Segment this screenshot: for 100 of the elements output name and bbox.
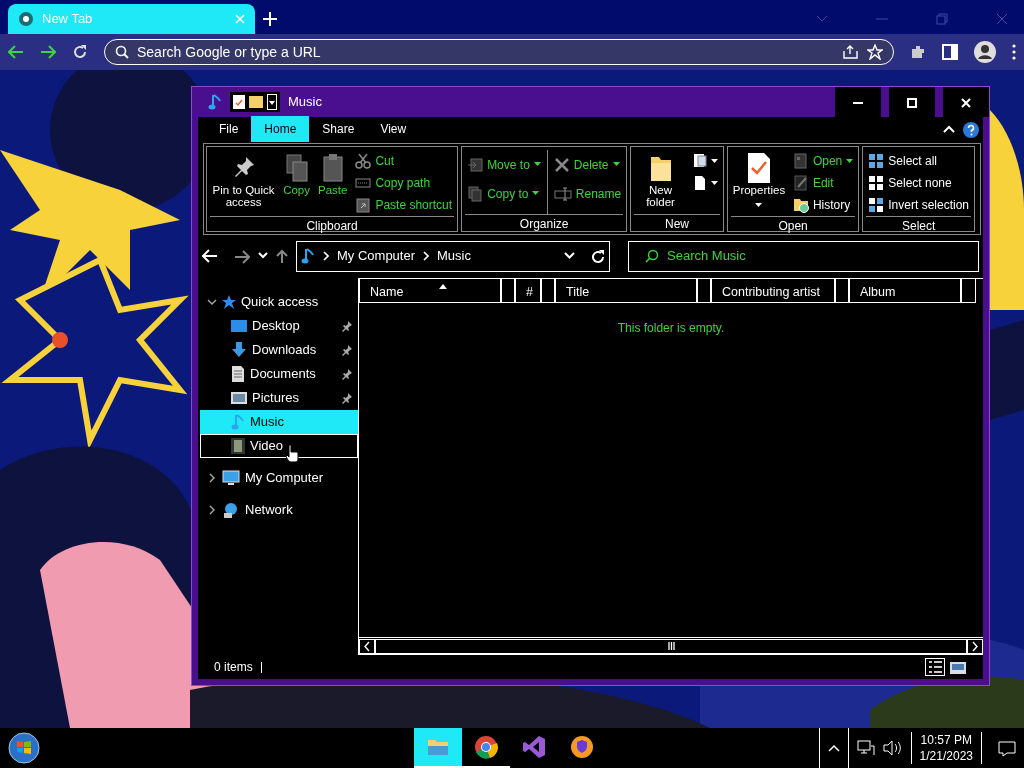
delete-icon <box>553 156 570 173</box>
scissors-icon <box>355 153 372 169</box>
column-header[interactable]: Title <box>555 279 697 303</box>
select-none-icon <box>868 175 885 191</box>
empty-message: This folder is empty. <box>617 321 725 335</box>
side-panel-icon[interactable] <box>942 44 958 60</box>
tree-item[interactable]: Downloads <box>200 338 358 362</box>
path-icon <box>355 175 372 191</box>
details-view-icon[interactable] <box>925 658 945 676</box>
ribbon-button[interactable]: Select all <box>866 150 971 172</box>
network-icon <box>222 502 240 518</box>
music-note-icon <box>208 93 222 111</box>
menu-icon[interactable] <box>1012 44 1016 60</box>
search-field[interactable]: Search Music <box>628 240 979 272</box>
tree-item[interactable]: Desktop <box>200 314 358 338</box>
ribbon-button[interactable]: Properties <box>730 150 787 216</box>
address-placeholder: Search Google or type a URL <box>137 42 322 62</box>
scroll-left-icon[interactable] <box>359 638 375 654</box>
bookmark-star-icon[interactable] <box>867 44 883 60</box>
tree-item[interactable]: My Computer <box>200 466 358 490</box>
close-button[interactable] <box>943 87 989 117</box>
browser-logo-icon <box>474 735 498 759</box>
scroll-right-icon[interactable] <box>967 638 983 654</box>
profile-icon[interactable] <box>974 41 996 63</box>
tree-item[interactable]: Music <box>200 410 358 434</box>
column-header[interactable]: Contributing artist <box>711 279 835 303</box>
copy-to-icon <box>467 185 484 202</box>
minimize-icon <box>853 101 863 104</box>
group-label: Open <box>730 216 856 233</box>
collapsed-chevron-icon[interactable] <box>207 473 217 483</box>
breadcrumb-link[interactable]: Music <box>437 246 471 266</box>
clock[interactable]: 10:57 PM 1/21/2023 <box>910 732 982 764</box>
recent-locations-icon[interactable] <box>258 252 268 260</box>
collapsed-chevron-icon[interactable] <box>207 505 217 515</box>
share-icon[interactable] <box>843 45 859 59</box>
forward-icon[interactable] <box>234 249 250 264</box>
extensions-icon[interactable] <box>910 44 926 60</box>
help-icon[interactable] <box>963 121 979 138</box>
address-bar[interactable]: Search Google or type a URL <box>104 39 894 65</box>
pointer-icon <box>285 444 299 462</box>
desktop-icon <box>231 319 247 333</box>
chevron-up-icon[interactable] <box>827 744 840 752</box>
ribbon-button[interactable]: Invert selection <box>866 194 971 216</box>
edit-icon <box>792 175 809 191</box>
ribbon-button[interactable]: New folder <box>634 150 687 214</box>
tree-item[interactable]: Documents <box>200 362 358 386</box>
column-header[interactable]: Name <box>359 279 501 303</box>
ribbon-tab[interactable]: Home <box>251 116 310 142</box>
address-field[interactable]: My Computer Music <box>296 240 610 272</box>
breadcrumb-link[interactable]: My Computer <box>337 246 416 266</box>
expanded-chevron-icon[interactable] <box>207 297 217 307</box>
window-title: Music <box>288 93 322 112</box>
ribbon-tab[interactable]: File <box>206 116 252 142</box>
start-button-icon[interactable] <box>8 732 40 764</box>
star-icon <box>222 295 236 309</box>
history-icon <box>792 197 809 213</box>
folder-icon[interactable] <box>249 95 263 109</box>
music-note-icon <box>231 413 245 431</box>
notification-icon[interactable] <box>998 740 1016 757</box>
column-header[interactable]: Album <box>849 279 961 303</box>
new-tab-icon[interactable] <box>263 12 277 26</box>
tree-item[interactable]: Quick access <box>200 290 358 314</box>
refresh-icon[interactable] <box>591 249 605 264</box>
dropdown-caret-icon <box>533 162 541 167</box>
shield-app-icon <box>570 735 594 759</box>
maximize-button[interactable] <box>889 87 935 117</box>
forward-icon[interactable] <box>40 45 56 59</box>
up-icon[interactable] <box>276 249 288 263</box>
group-label: Select <box>866 216 971 233</box>
download-icon <box>231 342 247 358</box>
maximize-icon <box>907 97 917 108</box>
collapse-ribbon-icon[interactable] <box>943 125 955 133</box>
ribbon-button[interactable]: History <box>790 194 856 216</box>
ribbon-tab[interactable]: Share <box>309 116 368 142</box>
back-icon[interactable] <box>8 45 24 59</box>
rename-icon <box>553 185 572 202</box>
dropdown-icon[interactable] <box>564 252 575 260</box>
film-icon <box>231 438 245 454</box>
reload-icon[interactable] <box>72 44 88 60</box>
new-item-icon <box>692 153 707 169</box>
ribbon-tab[interactable]: View <box>367 116 420 142</box>
dropdown-caret-icon <box>612 162 620 167</box>
ribbon-button[interactable]: Pin to Quick access <box>210 150 278 216</box>
tree-item[interactable]: Network <box>200 498 358 522</box>
scrollbar-thumb[interactable] <box>375 638 967 654</box>
network-icon[interactable] <box>856 740 875 756</box>
document-icon <box>231 366 245 382</box>
properties-icon <box>745 152 772 184</box>
ribbon-button[interactable]: Select none <box>866 172 971 194</box>
customize-toolbar-icon[interactable] <box>267 94 277 110</box>
close-icon <box>961 97 971 108</box>
large-icons-view-icon[interactable] <box>949 660 967 675</box>
tree-item[interactable]: Pictures <box>200 386 358 410</box>
group-label: New <box>634 214 720 231</box>
volume-icon[interactable] <box>882 740 903 756</box>
dropdown-caret-icon <box>846 158 854 164</box>
column-header[interactable]: # <box>515 279 541 303</box>
chevron-right-icon <box>323 251 329 261</box>
dropdown-caret-icon <box>710 180 718 186</box>
computer-icon <box>222 470 240 486</box>
